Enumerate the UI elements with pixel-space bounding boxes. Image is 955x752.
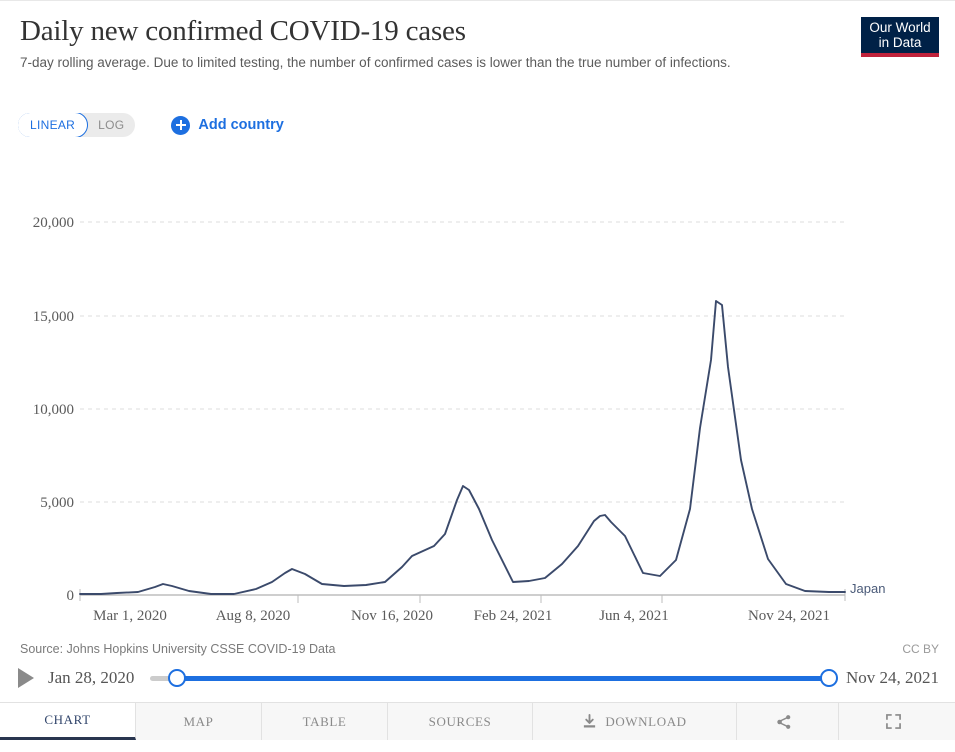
y-axis-labels: 20,000 15,000 10,000 5,000 0 <box>33 215 74 604</box>
owid-logo[interactable]: Our World in Data <box>861 17 939 58</box>
download-icon <box>582 714 597 729</box>
slider-selected-range <box>176 675 830 681</box>
y-tick-5000: 5,000 <box>40 495 74 511</box>
x-tick-3: Feb 24, 2021 <box>474 608 553 624</box>
x-axis-labels: Mar 1, 2020 Aug 8, 2020 Nov 16, 2020 Feb… <box>93 608 830 624</box>
add-country-label: Add country <box>198 117 284 133</box>
tab-chart[interactable]: CHART <box>0 703 136 740</box>
play-icon[interactable] <box>18 668 34 688</box>
source-row: Source: Johns Hopkins University CSSE CO… <box>20 642 939 656</box>
plus-icon <box>171 115 191 135</box>
tab-bar: CHART MAP TABLE SOURCES DOWNLOAD <box>0 702 955 740</box>
series-label-japan: Japan <box>850 581 885 596</box>
tab-fullscreen[interactable] <box>839 703 955 740</box>
tab-download[interactable]: DOWNLOAD <box>533 703 737 740</box>
logo-line-2: in Data <box>878 34 922 50</box>
tab-chart-label: CHART <box>44 712 91 727</box>
tab-sources[interactable]: SOURCES <box>388 703 533 740</box>
y-tick-0: 0 <box>67 588 75 604</box>
owid-chart-page: Daily new confirmed COVID-19 cases 7-day… <box>0 0 955 752</box>
tab-table-label: TABLE <box>302 713 347 729</box>
chart-subtitle: 7-day rolling average. Due to limited te… <box>20 55 731 71</box>
tab-sources-label: SOURCES <box>428 713 492 729</box>
add-country-button[interactable]: Add country <box>171 115 284 135</box>
chart-plot-area[interactable]: 20,000 15,000 10,000 5,000 0 Mar 1, 2020 <box>0 141 955 636</box>
page-title: Daily new confirmed COVID-19 cases <box>20 15 466 47</box>
time-range-slider[interactable] <box>150 668 838 688</box>
y-tick-15000: 15,000 <box>33 309 74 325</box>
x-tick-1: Aug 8, 2020 <box>216 608 291 624</box>
chart-header: Daily new confirmed COVID-19 cases 7-day… <box>20 15 935 72</box>
y-tick-20000: 20,000 <box>33 215 74 231</box>
x-tick-2: Nov 16, 2020 <box>351 608 433 624</box>
tab-table[interactable]: TABLE <box>262 703 388 740</box>
timeline-control: Jan 28, 2020 Nov 24, 2021 <box>18 663 939 693</box>
tab-map-label: MAP <box>183 713 214 729</box>
share-icon <box>776 714 792 730</box>
x-tick-5: Nov 24, 2021 <box>748 608 830 624</box>
logo-line-1: Our World <box>869 20 931 35</box>
timeline-end-date: Nov 24, 2021 <box>845 668 939 687</box>
x-tick-4: Jun 4, 2021 <box>599 608 669 624</box>
tab-share[interactable] <box>737 703 839 740</box>
scale-toggle[interactable]: LINEAR LOG <box>18 113 136 137</box>
gridlines <box>80 221 845 503</box>
scale-option-log[interactable]: LOG <box>87 113 135 137</box>
slider-handle-end[interactable] <box>819 669 838 687</box>
fullscreen-icon <box>885 714 901 729</box>
tab-map[interactable]: MAP <box>136 703 262 740</box>
y-tick-10000: 10,000 <box>33 402 74 418</box>
timeline-start-date: Jan 28, 2020 <box>48 668 135 687</box>
tab-download-label: DOWNLOAD <box>605 713 687 729</box>
x-tick-0: Mar 1, 2020 <box>93 608 167 624</box>
series-line-japan[interactable] <box>79 300 846 595</box>
chart-controls: LINEAR LOG Add country <box>18 113 284 137</box>
slider-handle-start[interactable] <box>168 669 187 687</box>
scale-option-linear[interactable]: LINEAR <box>18 113 89 137</box>
license-text[interactable]: CC BY <box>902 642 939 656</box>
line-chart-svg[interactable]: 20,000 15,000 10,000 5,000 0 Mar 1, 2020 <box>0 141 955 636</box>
source-text[interactable]: Source: Johns Hopkins University CSSE CO… <box>20 642 335 656</box>
